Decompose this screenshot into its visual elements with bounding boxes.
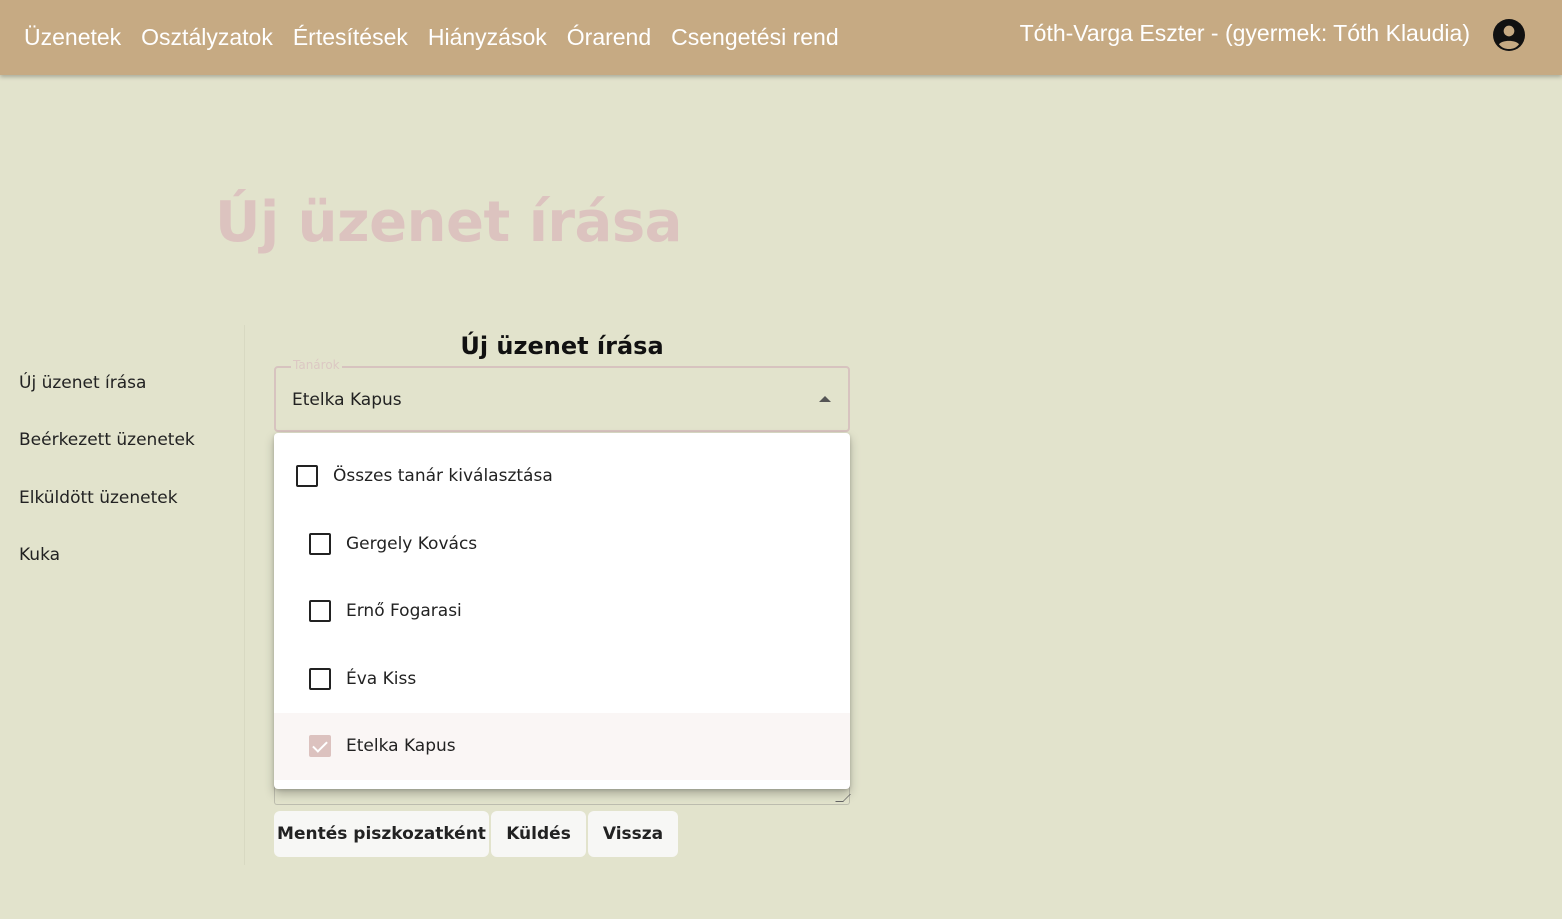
top-navigation-bar: Üzenetek Osztályzatok Értesítések Hiányz… <box>0 0 1562 75</box>
messages-sidebar: Új üzenet írása Beérkezett üzenetek Elkü… <box>0 325 245 865</box>
back-button[interactable]: Vissza <box>588 811 678 857</box>
option-label: Összes tanár kiválasztása <box>333 466 553 486</box>
option-select-all-teachers[interactable]: Összes tanár kiválasztása <box>274 443 850 510</box>
option-teacher[interactable]: Gergely Kovács <box>274 511 850 578</box>
save-draft-button[interactable]: Mentés piszkozatként <box>274 811 489 857</box>
checkbox-icon[interactable] <box>309 533 331 555</box>
page-title: Új üzenet írása <box>215 190 682 255</box>
sidebar-item-sent[interactable]: Elküldött üzenetek <box>19 488 178 508</box>
checkbox-icon[interactable] <box>296 465 318 487</box>
nav-notifications[interactable]: Értesítések <box>293 24 408 51</box>
checkbox-checked-icon[interactable] <box>309 735 331 757</box>
teachers-select[interactable]: Etelka Kapus <box>274 366 850 432</box>
nav-timetable[interactable]: Órarend <box>567 24 651 51</box>
nav-grades[interactable]: Osztályzatok <box>141 24 273 51</box>
option-label: Ernő Fogarasi <box>346 601 462 621</box>
sidebar-item-trash[interactable]: Kuka <box>19 545 60 565</box>
resize-handle-icon[interactable] <box>835 794 851 802</box>
option-label: Éva Kiss <box>346 669 417 689</box>
option-teacher[interactable]: Ernő Fogarasi <box>274 578 850 645</box>
nav-absences[interactable]: Hiányzások <box>428 24 547 51</box>
chevron-up-icon <box>819 396 831 402</box>
user-name[interactable]: Tóth-Varga Eszter - (gyermek: Tóth Klaud… <box>1020 20 1470 47</box>
sidebar-item-new-message[interactable]: Új üzenet írása <box>19 373 146 393</box>
checkbox-icon[interactable] <box>309 668 331 690</box>
option-teacher-selected[interactable]: Etelka Kapus <box>274 713 850 780</box>
nav-bell-schedule[interactable]: Csengetési rend <box>671 24 839 51</box>
option-label: Etelka Kapus <box>346 736 456 756</box>
account-circle-icon[interactable] <box>1493 19 1525 51</box>
option-teacher[interactable]: Éva Kiss <box>274 646 850 713</box>
nav-messages[interactable]: Üzenetek <box>24 24 121 51</box>
sidebar-item-inbox[interactable]: Beérkezett üzenetek <box>19 430 195 450</box>
send-button[interactable]: Küldés <box>491 811 586 857</box>
teachers-select-label: Tanárok <box>291 358 342 372</box>
option-label: Gergely Kovács <box>346 534 478 554</box>
form-title: Új üzenet írása <box>460 332 664 360</box>
teachers-dropdown-menu: Összes tanár kiválasztása Gergely Kovács… <box>274 433 850 789</box>
teachers-select-value: Etelka Kapus <box>292 390 402 410</box>
checkbox-icon[interactable] <box>309 600 331 622</box>
main-nav: Üzenetek Osztályzatok Értesítések Hiányz… <box>24 24 859 51</box>
